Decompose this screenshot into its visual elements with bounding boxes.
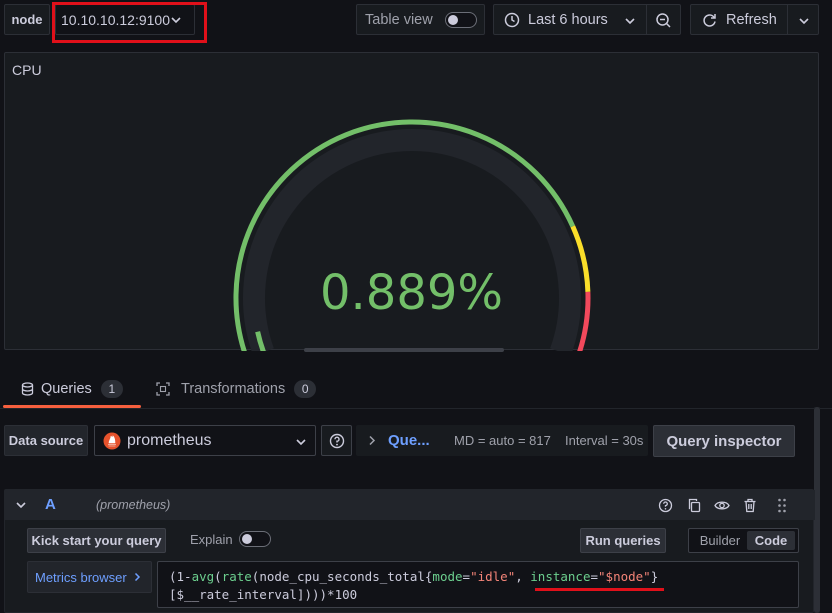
metrics-browser-label: Metrics browser	[35, 569, 127, 585]
chevron-down-icon	[296, 439, 306, 446]
variable-label-node: node	[4, 4, 50, 35]
explain-label: Explain	[190, 532, 233, 547]
clock-icon	[504, 12, 520, 28]
promql-query-editor[interactable]: (1-avg(rate(node_cpu_seconds_total{mode=…	[157, 561, 799, 608]
tab-queries-label: Queries	[41, 381, 92, 397]
switch-knob	[242, 534, 252, 544]
datasource-label: Data source	[4, 425, 88, 456]
query-datasource-hint: (prometheus)	[96, 498, 171, 512]
time-range-picker[interactable]: Last 6 hours	[493, 4, 647, 35]
prometheus-icon	[103, 432, 121, 450]
query-inspector-button[interactable]: Query inspector	[653, 425, 795, 457]
query-options-title: Que...	[388, 432, 430, 449]
code-token: (1-	[169, 569, 192, 584]
explain-toggle[interactable]	[239, 531, 271, 547]
datasource-select[interactable]: prometheus	[94, 425, 316, 456]
database-icon	[21, 382, 34, 396]
code-token: =	[590, 569, 599, 584]
code-line-2: [$__rate_interval])))*100	[169, 587, 358, 602]
tabs-divider	[0, 408, 832, 409]
panel-resize-handle[interactable]	[304, 348, 504, 352]
code-token: mode	[432, 569, 463, 584]
code-token: "$node"	[598, 569, 651, 584]
zoom-out-icon	[656, 13, 671, 28]
query-options-bar[interactable]: Que... MD = auto = 817 Interval = 30s	[356, 425, 648, 456]
table-view-label: Table view	[365, 11, 433, 28]
node-variable-select[interactable]: 10.10.10.12:9100	[55, 4, 195, 35]
mode-code-button[interactable]: Code	[747, 531, 795, 550]
metrics-browser-button[interactable]: Metrics browser	[27, 561, 152, 593]
table-view-toggle[interactable]: Table view	[356, 4, 485, 35]
tab-transformations[interactable]: Transformations 0	[154, 370, 334, 408]
question-circle-icon[interactable]	[658, 498, 673, 513]
query-ref-id[interactable]: A	[45, 496, 56, 513]
trash-icon[interactable]	[743, 498, 757, 513]
interval-value: Interval = 30s	[565, 433, 644, 448]
code-token: "idle"	[470, 569, 516, 584]
red-annotation-underline	[535, 588, 664, 591]
transform-icon	[156, 382, 170, 396]
cpu-panel: CPU 0.889%	[4, 52, 819, 351]
code-token: (	[214, 569, 222, 584]
table-view-switch[interactable]	[445, 12, 477, 28]
code-token: =	[462, 569, 471, 584]
time-range-label: Last 6 hours	[528, 11, 608, 28]
editor-tabs: Queries 1 Transformations 0	[0, 370, 832, 408]
chevron-down-icon	[625, 18, 635, 25]
transformations-count-badge: 0	[294, 380, 317, 398]
refresh-icon	[703, 14, 716, 27]
datasource-value: prometheus	[127, 431, 212, 449]
run-queries-button[interactable]: Run queries	[580, 528, 666, 553]
switch-knob	[448, 15, 458, 25]
code-token: instance	[530, 569, 591, 584]
gauge-value-text: 0.889%	[319, 265, 504, 321]
node-variable-value: 10.10.10.12:9100	[61, 11, 170, 28]
code-token: ,	[515, 569, 531, 584]
refresh-interval-dropdown[interactable]	[787, 4, 819, 35]
code-token: avg	[191, 569, 215, 584]
tab-transformations-label: Transformations	[181, 381, 286, 397]
question-circle-icon	[329, 433, 345, 449]
code-token: }	[650, 569, 659, 584]
eye-icon[interactable]	[714, 498, 730, 513]
drag-handle-icon[interactable]	[777, 498, 787, 513]
max-data-points: MD = auto = 817	[454, 433, 551, 448]
tab-queries[interactable]: Queries 1	[3, 370, 141, 408]
duplicate-icon[interactable]	[687, 498, 702, 513]
queries-count-badge: 1	[100, 380, 123, 398]
mode-builder-button[interactable]: Builder	[693, 531, 747, 550]
refresh-label: Refresh	[726, 11, 777, 28]
editor-mode-switch: Builder Code	[688, 528, 799, 553]
chevron-down-icon[interactable]	[15, 500, 27, 510]
refresh-button[interactable]: Refresh	[690, 4, 788, 35]
code-token: (node_cpu_seconds_total{	[251, 569, 433, 584]
kick-start-query-button[interactable]: Kick start your query	[27, 528, 166, 553]
chevron-right-icon	[369, 435, 376, 446]
chevron-down-icon	[799, 18, 809, 25]
zoom-out-button[interactable]	[646, 4, 681, 35]
query-row-header[interactable]: A (prometheus)	[5, 490, 815, 520]
chevron-right-icon	[134, 572, 140, 582]
chevron-down-icon	[171, 17, 181, 24]
datasource-help-button[interactable]	[321, 425, 352, 456]
code-token: rate	[221, 569, 252, 584]
